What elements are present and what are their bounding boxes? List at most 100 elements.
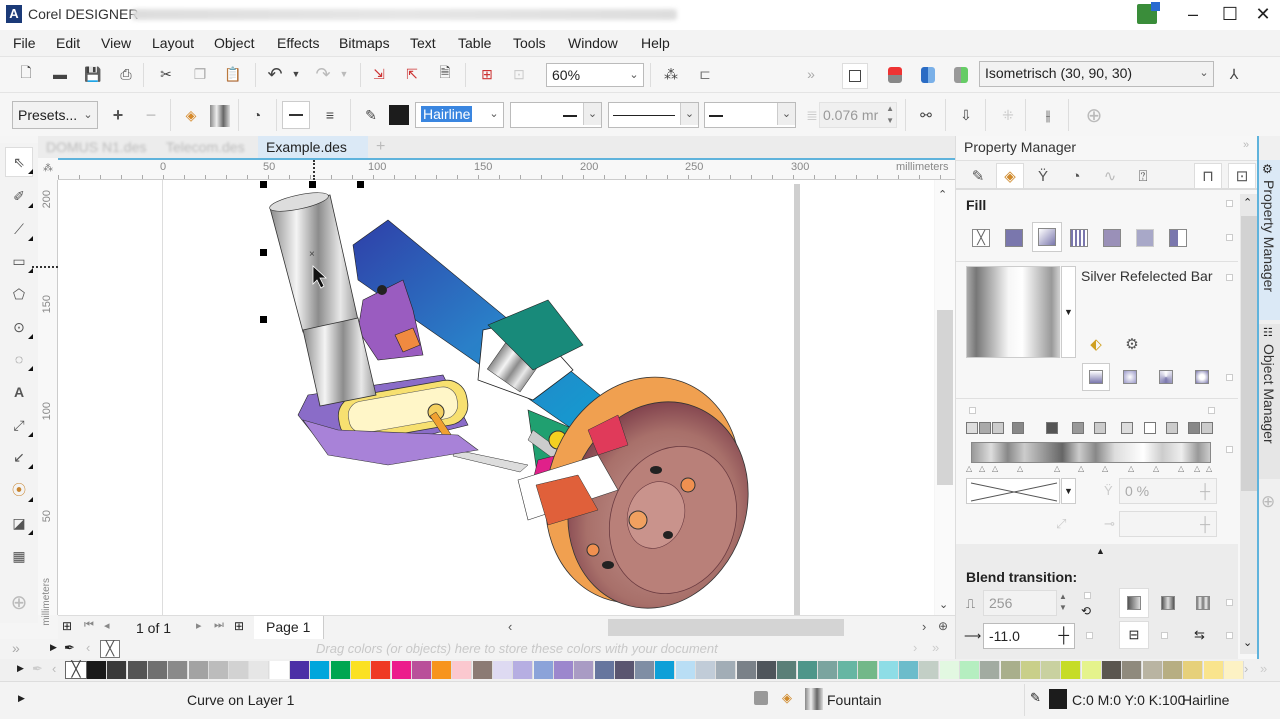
gradient-stop[interactable] bbox=[1072, 422, 1084, 434]
texture-fill-button[interactable] bbox=[1169, 229, 1187, 247]
gradient-midpoint[interactable]: △ bbox=[1102, 464, 1108, 473]
add-docker-icon[interactable]: ⊕ bbox=[1261, 492, 1275, 512]
color-swatch[interactable] bbox=[797, 661, 818, 679]
gradient-stop[interactable] bbox=[1188, 422, 1200, 434]
add-page-after-icon[interactable]: ⊞ bbox=[234, 619, 244, 633]
tab-domus[interactable]: DOMUS N1.des bbox=[38, 136, 154, 158]
elliptical-fountain-button[interactable] bbox=[1123, 370, 1137, 384]
frame-tab-icon[interactable]: ⊓ bbox=[1194, 163, 1222, 189]
color-swatch[interactable] bbox=[574, 661, 595, 679]
fill-settings-icon[interactable]: ⚙ bbox=[1120, 332, 1144, 356]
text-tool-icon[interactable]: A bbox=[8, 381, 30, 403]
end-arrowhead-select[interactable]: ⌄ bbox=[704, 102, 796, 128]
fill-tab-icon[interactable]: ◈ bbox=[996, 163, 1024, 189]
dimension-tool-icon[interactable]: ⤢ bbox=[8, 414, 33, 437]
gradient-stop[interactable] bbox=[966, 422, 978, 434]
tab-example[interactable]: Example.des bbox=[258, 136, 368, 158]
color-swatch[interactable] bbox=[919, 661, 940, 679]
presets-select[interactable]: Presets... ⌄ bbox=[12, 101, 98, 129]
reverse-icon[interactable]: ⇆ bbox=[1194, 627, 1205, 643]
gradient-midpoint[interactable]: △ bbox=[966, 464, 972, 473]
color-swatch[interactable] bbox=[432, 661, 453, 679]
gradient-midpoint[interactable]: △ bbox=[1054, 464, 1060, 473]
undo-dropdown-icon[interactable]: ▼ bbox=[285, 63, 307, 85]
color-swatch[interactable] bbox=[777, 661, 798, 679]
previous-page-icon[interactable]: ◂ bbox=[104, 619, 110, 632]
redo-icon[interactable]: ↷ bbox=[312, 63, 334, 85]
gradient-midpoint[interactable]: △ bbox=[1153, 464, 1159, 473]
color-swatch[interactable] bbox=[696, 661, 716, 679]
color-swatch[interactable] bbox=[980, 661, 1001, 679]
paste-icon[interactable]: 📋 bbox=[222, 63, 244, 85]
cut-icon[interactable]: ✂ bbox=[155, 63, 177, 85]
horizontal-ruler[interactable]: 0 50 100 150 200 250 300 millimeters bbox=[58, 158, 955, 180]
import-icon[interactable]: ⇲ bbox=[368, 63, 390, 85]
outline-color-swatch[interactable] bbox=[1049, 689, 1067, 709]
technical-illustration[interactable]: × bbox=[58, 180, 934, 615]
preview-tab-icon[interactable]: ⊡ bbox=[1228, 163, 1256, 189]
menu-table[interactable]: Table bbox=[458, 35, 491, 51]
menu-help[interactable]: Help bbox=[641, 35, 670, 51]
node-color-picker[interactable] bbox=[966, 478, 1060, 504]
print-icon[interactable]: ⎙ bbox=[115, 63, 137, 85]
outline-width-select[interactable]: Hairline ⌄ bbox=[415, 102, 504, 128]
color-swatch[interactable] bbox=[1142, 661, 1163, 679]
gradient-midpoint[interactable]: △ bbox=[1128, 464, 1134, 473]
scroll-right-icon[interactable]: › bbox=[922, 619, 926, 634]
menu-bitmaps[interactable]: Bitmaps bbox=[339, 35, 390, 51]
gradient-slider[interactable] bbox=[971, 442, 1211, 463]
start-arrowhead-select[interactable]: ⌄ bbox=[510, 102, 602, 128]
effects-tab-icon[interactable]: ◔ bbox=[1064, 164, 1088, 188]
scrollbar-thumb[interactable] bbox=[937, 310, 953, 485]
add-tool-icon[interactable]: ⊕ bbox=[8, 591, 30, 614]
gradient-stop[interactable] bbox=[979, 422, 991, 434]
color-swatch[interactable] bbox=[1162, 661, 1183, 679]
gradient-stop[interactable] bbox=[1046, 422, 1058, 434]
menu-effects[interactable]: Effects bbox=[277, 35, 320, 51]
color-swatch[interactable] bbox=[472, 661, 493, 679]
color-swatch[interactable] bbox=[188, 661, 209, 679]
color-swatch[interactable] bbox=[147, 661, 168, 679]
eyedropper-icon[interactable]: ✒ bbox=[32, 661, 43, 677]
vector-pattern-button[interactable] bbox=[1070, 229, 1088, 247]
line-blend-button[interactable] bbox=[1161, 596, 1175, 610]
pick-tool-button[interactable]: ⇖ bbox=[5, 147, 33, 177]
save-icon[interactable]: 💾 bbox=[82, 63, 104, 85]
color-swatch[interactable] bbox=[1102, 661, 1122, 679]
color-swatch[interactable] bbox=[533, 661, 554, 679]
color-swatch[interactable] bbox=[107, 661, 128, 679]
gradient-midpoint[interactable]: △ bbox=[979, 464, 985, 473]
menu-text[interactable]: Text bbox=[410, 35, 436, 51]
scroll-up-icon[interactable]: ⌃ bbox=[938, 188, 947, 201]
color-swatch[interactable] bbox=[391, 661, 412, 679]
rectangle-tool-icon[interactable]: ▭ bbox=[8, 250, 33, 273]
eraser-tool-icon[interactable]: ◪ bbox=[8, 512, 33, 535]
no-fill-button[interactable]: ╳ bbox=[972, 229, 990, 247]
color-swatch[interactable] bbox=[310, 661, 331, 679]
scroll-down-icon[interactable]: ⌄ bbox=[939, 598, 948, 611]
expand-icon[interactable]: » bbox=[12, 640, 20, 656]
uniform-fill-button[interactable] bbox=[1005, 229, 1023, 247]
menu-view[interactable]: View bbox=[101, 35, 131, 51]
color-swatch[interactable] bbox=[411, 661, 432, 679]
gradient-stop[interactable] bbox=[1144, 422, 1156, 434]
fill-preview-swatch[interactable] bbox=[966, 266, 1060, 358]
panel-expand-icon[interactable]: » bbox=[1243, 139, 1249, 151]
menu-window[interactable]: Window bbox=[568, 35, 618, 51]
color-swatch[interactable] bbox=[959, 661, 980, 679]
color-swatch[interactable] bbox=[1122, 661, 1143, 679]
color-swatch[interactable] bbox=[1041, 661, 1062, 679]
node-position-field[interactable]: ┼ bbox=[1119, 511, 1217, 537]
toolbar-more-icon[interactable]: » bbox=[800, 63, 822, 85]
color-swatch[interactable] bbox=[249, 661, 270, 679]
menu-edit[interactable]: Edit bbox=[56, 35, 80, 51]
no-color-swatch[interactable]: ╳ bbox=[65, 661, 87, 679]
color-swatch[interactable] bbox=[168, 661, 189, 679]
steps-field[interactable]: 256 bbox=[983, 590, 1057, 616]
palette-menu-icon[interactable]: ▶ bbox=[50, 642, 57, 653]
node-color-dropdown[interactable]: ▼ bbox=[1061, 478, 1076, 504]
no-color-swatch[interactable]: ╳ bbox=[100, 640, 120, 658]
copy-icon[interactable]: ❐ bbox=[189, 63, 211, 85]
fountain-fill-swatch[interactable] bbox=[210, 105, 230, 127]
smooth-transition-button[interactable]: ⊟ bbox=[1119, 621, 1149, 649]
